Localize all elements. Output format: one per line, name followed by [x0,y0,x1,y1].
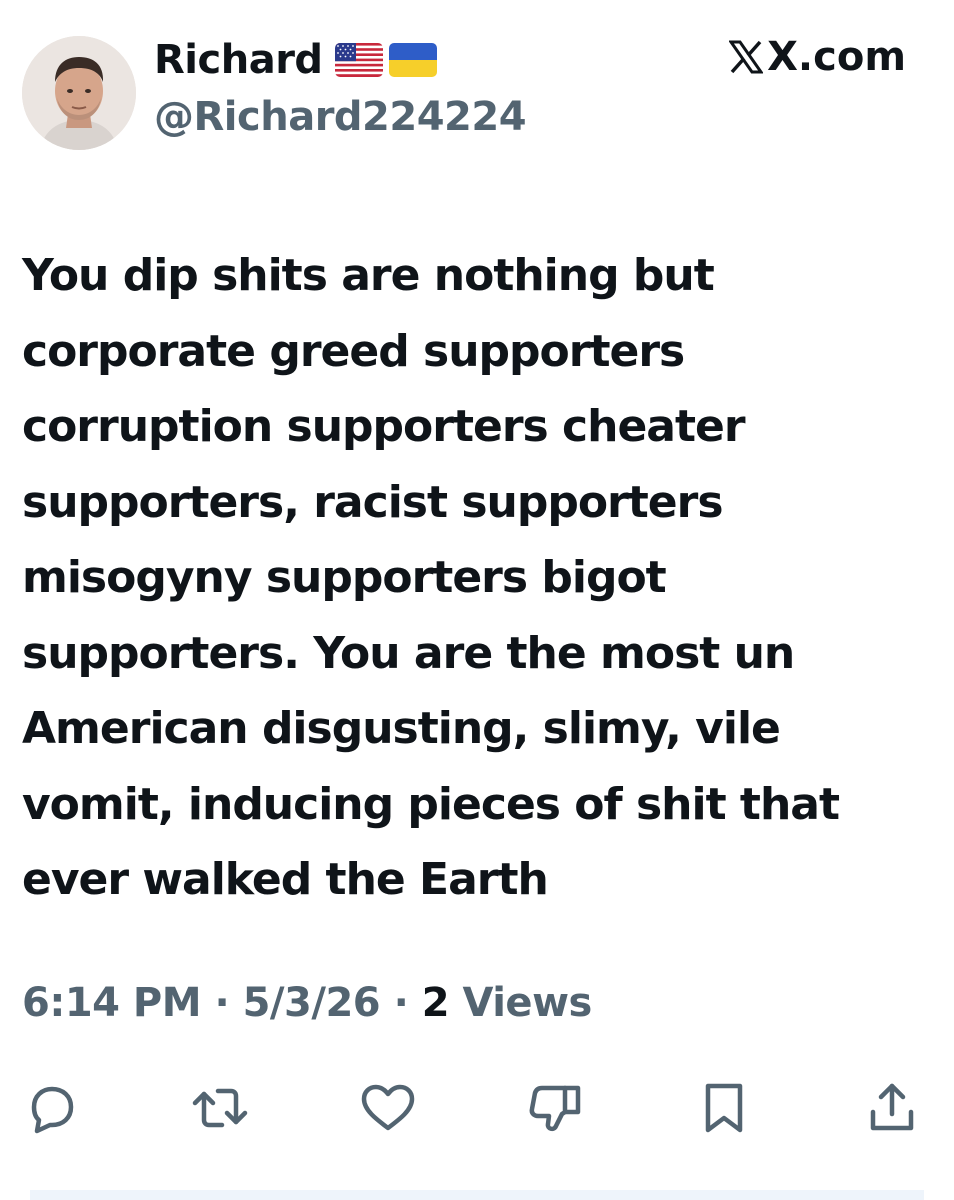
us-flag-icon [334,43,383,77]
meta-separator-1: · [201,980,243,1026]
views-label: Views [462,980,592,1026]
x-logo-icon [729,40,764,74]
like-icon [358,1080,418,1136]
meta-separator-2: · [380,980,422,1026]
action-bar [22,1078,926,1138]
bookmark-icon [696,1080,752,1136]
author-name-row: Richard [154,32,437,88]
avatar[interactable] [22,36,136,150]
ukraine-flag-icon [388,43,437,77]
tweet-meta: 6:14 PM · 5/3/26 · 2 Views [22,980,592,1026]
tweet-time[interactable]: 6:14 PM [22,980,202,1026]
dislike-button[interactable] [526,1078,586,1138]
reply-button[interactable] [22,1078,82,1138]
source-text: X.com [767,34,906,80]
tweet-date[interactable]: 5/3/26 [243,980,381,1026]
tweet-text: You dip shits are nothing but corporate … [22,250,840,905]
share-icon [864,1080,920,1136]
retweet-button[interactable] [190,1078,250,1138]
dislike-icon [526,1080,586,1136]
bottom-divider [30,1190,924,1200]
retweet-icon [190,1080,250,1136]
views-count: 2 [421,980,450,1026]
source-label: X.com [729,34,906,80]
reply-icon [24,1080,80,1136]
bookmark-button[interactable] [694,1078,754,1138]
share-button[interactable] [862,1078,922,1138]
display-name[interactable]: Richard [154,37,323,83]
author-handle[interactable]: @Richard224224 [154,94,527,140]
like-button[interactable] [358,1078,418,1138]
